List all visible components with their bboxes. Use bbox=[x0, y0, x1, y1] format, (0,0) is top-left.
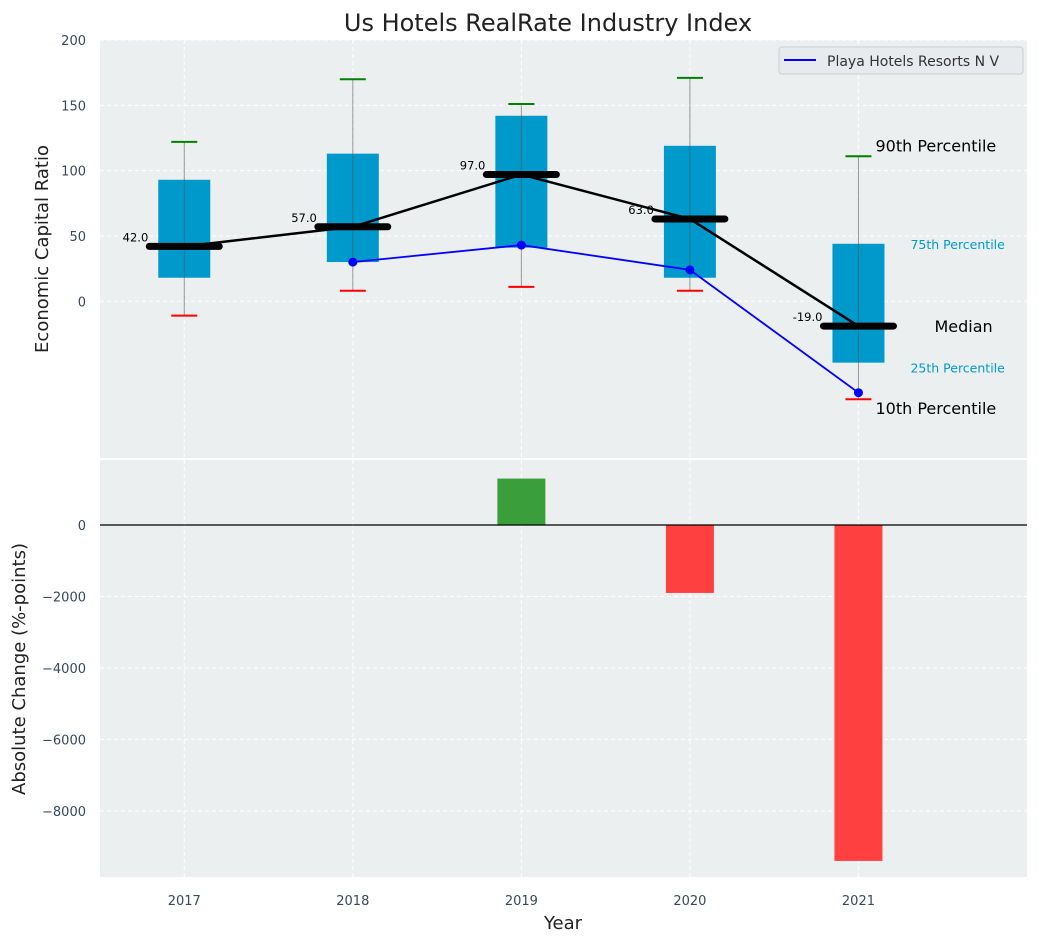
company-point bbox=[685, 265, 695, 275]
annotation-p25: 25th Percentile bbox=[910, 361, 1005, 376]
median-value-label: -19.0 bbox=[793, 310, 823, 324]
median-value-label: 57.0 bbox=[291, 211, 317, 225]
median-value-label: 97.0 bbox=[460, 159, 486, 173]
chart-title: Us Hotels RealRate Industry Index bbox=[344, 9, 752, 37]
top-y-tick-label: 200 bbox=[61, 34, 86, 49]
annotation-p10: 10th Percentile bbox=[875, 399, 996, 418]
change-bar bbox=[497, 478, 546, 526]
chart: Us Hotels RealRate Industry Index 0 50 100… bbox=[9, 9, 1027, 934]
bottom-y-tick-label: −2000 bbox=[42, 590, 86, 605]
top-y-axis-label: Economic Capital Ratio bbox=[32, 145, 53, 353]
legend: Playa Hotels Resorts N V bbox=[778, 46, 1024, 75]
x-tick-label: 2019 bbox=[505, 894, 538, 909]
annotation-median: Median bbox=[934, 317, 992, 336]
x-axis-label: Year bbox=[543, 913, 583, 934]
top-y-tick-label: 100 bbox=[61, 165, 86, 180]
company-point bbox=[516, 240, 526, 250]
annotation-p75: 75th Percentile bbox=[910, 237, 1005, 252]
bottom-y-tick-label: −6000 bbox=[42, 733, 86, 748]
annotation-p90: 90th Percentile bbox=[875, 136, 996, 155]
bottom-y-tick-label: 0 bbox=[78, 519, 86, 534]
bottom-plot-area bbox=[100, 460, 1027, 877]
top-y-tick-label: 0 bbox=[78, 295, 86, 310]
company-point bbox=[348, 257, 358, 267]
top-y-tick-label: 150 bbox=[61, 99, 86, 114]
top-y-tick-label: 50 bbox=[69, 230, 86, 245]
change-bar bbox=[834, 525, 883, 861]
top-plot-area bbox=[100, 40, 1027, 458]
median-value-label: 42.0 bbox=[123, 230, 149, 244]
x-tick-label: 2017 bbox=[168, 894, 201, 909]
x-tick-label: 2018 bbox=[336, 894, 369, 909]
median-value-label: 63.0 bbox=[628, 203, 654, 217]
change-bar bbox=[665, 525, 714, 593]
bottom-y-tick-label: −4000 bbox=[42, 662, 86, 677]
company-point bbox=[853, 388, 863, 398]
bottom-y-tick-label: −8000 bbox=[42, 805, 86, 820]
x-tick-label: 2020 bbox=[673, 894, 706, 909]
legend-label: Playa Hotels Resorts N V bbox=[827, 54, 1000, 70]
x-tick-label: 2021 bbox=[842, 894, 875, 909]
bottom-y-axis-label: Absolute Change (%-points) bbox=[9, 543, 30, 795]
